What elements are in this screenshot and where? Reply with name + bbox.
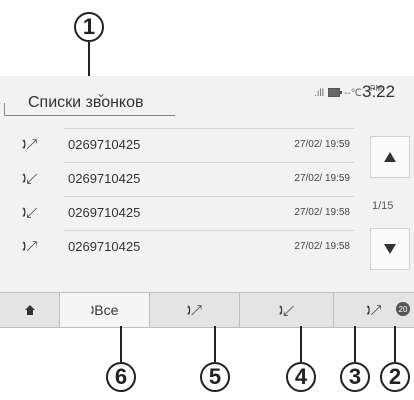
callout-2-leader — [394, 326, 396, 362]
callout-3-leader — [354, 326, 356, 362]
scroll-down-button[interactable] — [370, 228, 410, 270]
callout-3: 3 — [340, 362, 370, 392]
callout-5-leader — [214, 326, 216, 362]
arrow-up-icon — [384, 152, 396, 162]
missed-count-badge: 20 — [396, 302, 410, 316]
tab-incoming[interactable]: 🕽↙ — [240, 293, 334, 327]
tab-missed[interactable]: 🕽↗ 20 — [334, 293, 414, 327]
tab-home[interactable] — [0, 293, 60, 327]
callout-2: 2 — [380, 362, 410, 392]
callout-6: 6 — [106, 362, 136, 392]
tab-outgoing[interactable]: 🕽↗ — [150, 293, 240, 327]
incoming-call-icon: 🕽↙ — [278, 301, 295, 318]
outgoing-call-icon: 🕽↗ — [22, 237, 38, 254]
list-item[interactable]: 🕽↗ 0269710425 27/02/ 19:58 — [14, 230, 354, 262]
signal-icon: .ıll — [314, 88, 324, 99]
arrow-down-icon — [384, 244, 396, 254]
call-datetime: 27/02/ 19:58 — [294, 240, 350, 252]
call-number: 0269710425 — [68, 204, 141, 220]
tab-bar: 🕽 Все 🕽↗ 🕽↙ 🕽↗ 20 — [0, 292, 414, 328]
call-number: 0269710425 — [68, 170, 141, 186]
page-title[interactable]: Списки звонков — [28, 94, 144, 112]
list-item[interactable]: 🕽↙ 0269710425 27/02/ 19:59 — [14, 162, 354, 194]
clock: 3:22 — [362, 82, 396, 101]
scroll-up-button[interactable] — [370, 136, 410, 178]
callout-4: 4 — [286, 362, 316, 392]
call-datetime: 27/02/ 19:58 — [294, 206, 350, 218]
outgoing-call-icon: 🕽↗ — [22, 135, 38, 152]
missed-call-icon: 🕽↗ — [366, 301, 382, 318]
outgoing-call-icon: 🕽↗ — [186, 301, 203, 318]
list-item[interactable]: 🕽↗ 0269710425 27/02/ 19:59 — [14, 128, 354, 160]
tab-all[interactable]: 🕽 Все — [60, 293, 150, 327]
call-number: 0269710425 — [68, 136, 141, 152]
callout-5: 5 — [200, 362, 230, 392]
page-indicator: 1/15 — [372, 200, 394, 212]
call-datetime: 27/02/ 19:59 — [294, 138, 350, 150]
incoming-call-icon: 🕽↙ — [22, 203, 38, 220]
battery-icon — [328, 88, 342, 100]
call-number: 0269710425 — [68, 238, 141, 254]
incoming-call-icon: 🕽↙ — [22, 169, 38, 186]
call-datetime: 27/02/ 19:59 — [294, 172, 350, 184]
callout-6-leader — [120, 326, 122, 362]
home-icon — [24, 305, 35, 315]
callout-4-leader — [300, 326, 302, 362]
list-item[interactable]: 🕽↙ 0269710425 27/02/ 19:58 — [14, 196, 354, 228]
temperature-indicator: --℃ — [344, 88, 362, 99]
tab-all-label: Все — [94, 302, 119, 318]
callout-1: 1 — [74, 12, 104, 42]
